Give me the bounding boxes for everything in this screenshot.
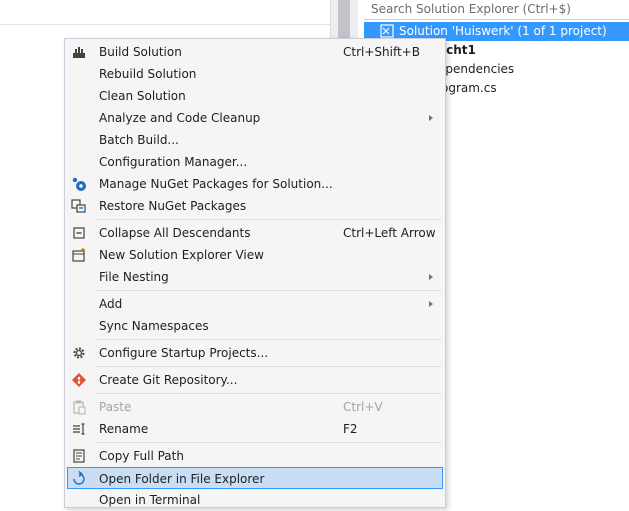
menu-item-rebuild-solution[interactable]: Rebuild Solution [67,63,443,85]
solution-explorer-search-input[interactable]: Search Solution Explorer (Ctrl+$) [364,0,629,20]
menu-item-label: Batch Build... [99,133,179,147]
menu-item-label: Create Git Repository... [99,373,238,387]
new-view-icon [71,247,87,263]
gear-icon [71,345,87,361]
menu-item-label: New Solution Explorer View [99,248,264,262]
menu-item-shortcut: Ctrl+Left Arrow [343,226,436,240]
menu-item-label: Configure Startup Projects... [99,346,269,360]
menu-item-new-se-view[interactable]: New Solution Explorer View [67,244,443,266]
menu-separator [95,219,441,220]
restore-icon [71,198,87,214]
menu-item-label: Add [99,297,123,311]
menu-separator [95,366,441,367]
nuget-icon [71,176,87,192]
menu-item-label: Restore NuGet Packages [99,199,247,213]
scrollbar-thumb[interactable] [338,0,350,40]
menu-separator [95,442,441,443]
menu-item-analyze-code-cleanup[interactable]: Analyze and Code Cleanup [67,107,443,129]
menu-item-label: Build Solution [99,45,182,59]
menu-item-add[interactable]: Add [67,293,443,315]
collapse-icon [71,225,87,241]
menu-item-shortcut: Ctrl+Shift+B [343,45,420,59]
menu-item-configuration-manager[interactable]: Configuration Manager... [67,151,443,173]
menu-item-rename[interactable]: Rename F2 [67,418,443,440]
menu-separator [95,393,441,394]
menu-item-label: Sync Namespaces [99,319,209,333]
rename-icon [71,421,87,437]
submenu-arrow-icon [429,301,433,307]
menu-item-copy-full-path[interactable]: Copy Full Path [67,445,443,467]
menu-item-label: Clean Solution [99,89,186,103]
editor-area [0,0,330,25]
menu-item-create-git-repo[interactable]: Create Git Repository... [67,369,443,391]
tree-item-label: ogram.cs [441,81,497,95]
menu-item-label: Configuration Manager... [99,155,248,169]
menu-item-shortcut: F2 [343,422,358,436]
open-folder-icon [71,470,87,486]
menu-item-restore-nuget[interactable]: Restore NuGet Packages [67,195,443,217]
menu-item-label: Manage NuGet Packages for Solution... [99,177,333,191]
menu-item-configure-startup[interactable]: Configure Startup Projects... [67,342,443,364]
menu-item-paste[interactable]: Paste Ctrl+V [67,396,443,418]
submenu-arrow-icon [429,115,433,121]
menu-item-clean-solution[interactable]: Clean Solution [67,85,443,107]
menu-item-shortcut: Ctrl+V [343,400,383,414]
menu-item-file-nesting[interactable]: File Nesting [67,266,443,288]
menu-item-collapse-all[interactable]: Collapse All Descendants Ctrl+Left Arrow [67,222,443,244]
menu-item-label: Paste [99,400,132,414]
menu-separator [95,339,441,340]
build-icon [71,44,87,60]
menu-item-manage-nuget[interactable]: Manage NuGet Packages for Solution... [67,173,443,195]
menu-item-label: Open in Terminal [99,493,201,507]
menu-item-open-terminal[interactable]: Open in Terminal [67,489,443,511]
menu-separator [95,290,441,291]
menu-item-label: Rebuild Solution [99,67,197,81]
menu-item-batch-build[interactable]: Batch Build... [67,129,443,151]
paste-icon [71,399,87,415]
menu-item-label: Copy Full Path [99,449,184,463]
menu-item-label: File Nesting [99,270,169,284]
copy-icon [71,448,87,464]
menu-item-label: Open Folder in File Explorer [99,472,265,486]
menu-item-sync-namespaces[interactable]: Sync Namespaces [67,315,443,337]
menu-item-open-folder[interactable]: Open Folder in File Explorer [67,467,443,489]
tree-item-label: ependencies [438,62,515,76]
menu-item-label: Rename [99,422,149,436]
menu-item-label: Collapse All Descendants [99,226,251,240]
git-icon [71,372,87,388]
submenu-arrow-icon [429,274,433,280]
menu-item-build-solution[interactable]: Build Solution Ctrl+Shift+B [67,41,443,63]
context-menu: Build Solution Ctrl+Shift+B Rebuild Solu… [64,38,446,508]
menu-item-label: Analyze and Code Cleanup [99,111,261,125]
